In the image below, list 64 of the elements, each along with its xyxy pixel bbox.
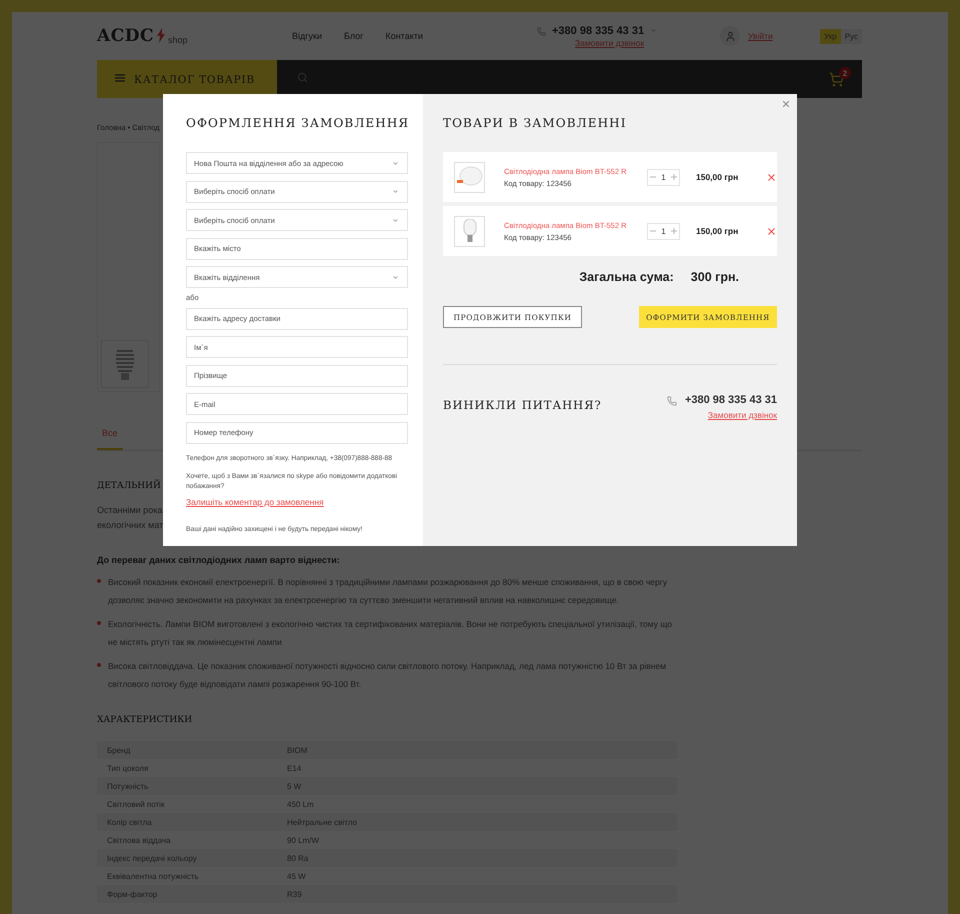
lightning-bolt-icon (157, 28, 165, 43)
remove-button[interactable] (766, 172, 777, 182)
coil-bulb-icon (114, 347, 136, 381)
logo-suffix: shop (168, 35, 188, 45)
product-thumbnail[interactable] (101, 340, 149, 388)
search-icon[interactable] (297, 72, 308, 83)
catalog-button[interactable]: КАТАЛОГ ТОВАРІВ (97, 60, 277, 98)
total-label: Загальна сума: (579, 270, 674, 284)
chevron-down-icon (392, 274, 399, 280)
bullet-dot (97, 621, 101, 625)
phone-number: +380 98 335 43 31 (552, 24, 644, 36)
spec-name: Світлова віддача (107, 836, 172, 844)
bullet-text: Екологічність. Лампи BIOM виготовлені з екологічно чистих та сертифікованих матеріалів. Вони не потребують спеціальної утилізації, тому що не містять ртуті так як люмінесцентні лампи (108, 618, 672, 649)
spec-value: 90 Lm/W (287, 836, 320, 844)
nav-link[interactable]: Блог (344, 31, 364, 41)
comment-link[interactable]: Залишіть коментар до замовлення (186, 496, 324, 506)
nav-link[interactable]: Відгуки (292, 31, 322, 41)
spec-value: 450 Lm (287, 800, 315, 808)
quantity-stepper[interactable]: 1 (647, 168, 680, 186)
bullet-dot (97, 663, 101, 667)
spec-value: E14 (287, 764, 302, 772)
nav-link[interactable]: Контакти (385, 31, 423, 41)
description-lead: До переваг даних світлодіодних ламп варто віднести: (97, 555, 340, 565)
login-link[interactable]: Увійти (748, 31, 773, 41)
logo-text[interactable]: ACDC (97, 26, 154, 46)
user-icon[interactable] (720, 26, 740, 46)
callback-link[interactable]: Замовити дзвінок (708, 410, 777, 420)
menu-icon (115, 74, 125, 82)
product-tab[interactable]: Все (97, 428, 123, 450)
bullet-dot (97, 579, 101, 583)
spec-name: Тип цоколя (107, 764, 150, 772)
spec-name: Світловий потік (107, 800, 166, 808)
minus-icon[interactable] (650, 174, 656, 180)
chevron-down-icon (392, 216, 399, 224)
section-title: ДЕТАЛЬНИЙ (97, 481, 161, 491)
description-text: екологічних мат (97, 519, 164, 532)
phone-number: +380 98 335 43 31 (684, 394, 777, 406)
minus-icon[interactable] (650, 228, 656, 234)
chevron-down-icon (392, 160, 399, 166)
description-text: Останніми рока (97, 504, 162, 517)
cart-count: 2 (839, 67, 851, 79)
chevron-down-icon[interactable] (650, 26, 658, 34)
light-bulb-icon (462, 218, 476, 244)
plus-icon[interactable] (670, 174, 677, 180)
cart-icon[interactable] (829, 72, 844, 87)
modal-title: ОФОРМЛЕННЯ ЗАМОВЛЕННЯ (186, 116, 408, 130)
questions-title: ВИНИКЛИ ПИТАННЯ? (443, 398, 602, 414)
plus-icon[interactable] (670, 228, 677, 234)
total-amount: 300 грн. (690, 270, 739, 284)
remove-button[interactable] (766, 226, 777, 236)
bullet-text: Висока світловіддача. Це показник споживаної потужності відносно сили світлового потоку. Наприклад, лед лама потужністю 10 Вт за рівнем світлового потоку буде відповідати лампі розжарення 90-100 Вт. (108, 660, 668, 691)
chevron-down-icon (392, 188, 399, 195)
spec-value: 45 W (287, 872, 307, 880)
product-price: 150,00 грн (696, 226, 740, 236)
section-title: ХАРАКТЕРИСТИКИ (97, 715, 192, 725)
bullet-text: Високий показник економії електроенергії. В порівнянні з традиційними лампами розжарювання до 80% менше споживання, що в свою чергу дозволяє значно зекономити на рахунках за електроенергію та суттєво зменшити негативний вплив на навколишнє середовище. (108, 576, 668, 607)
modal-title: ТОВАРИ В ЗАМОВЛЕННІ (443, 116, 628, 130)
spec-name: Еквівалентна потужність (107, 872, 200, 880)
quantity-stepper[interactable]: 1 (647, 222, 680, 240)
callback-link[interactable]: Замовити дзвінок (574, 38, 644, 48)
phone-icon (666, 396, 677, 406)
phone-icon (537, 26, 546, 36)
product-price: 150,00 грн (696, 172, 740, 182)
close-icon[interactable] (783, 101, 789, 107)
